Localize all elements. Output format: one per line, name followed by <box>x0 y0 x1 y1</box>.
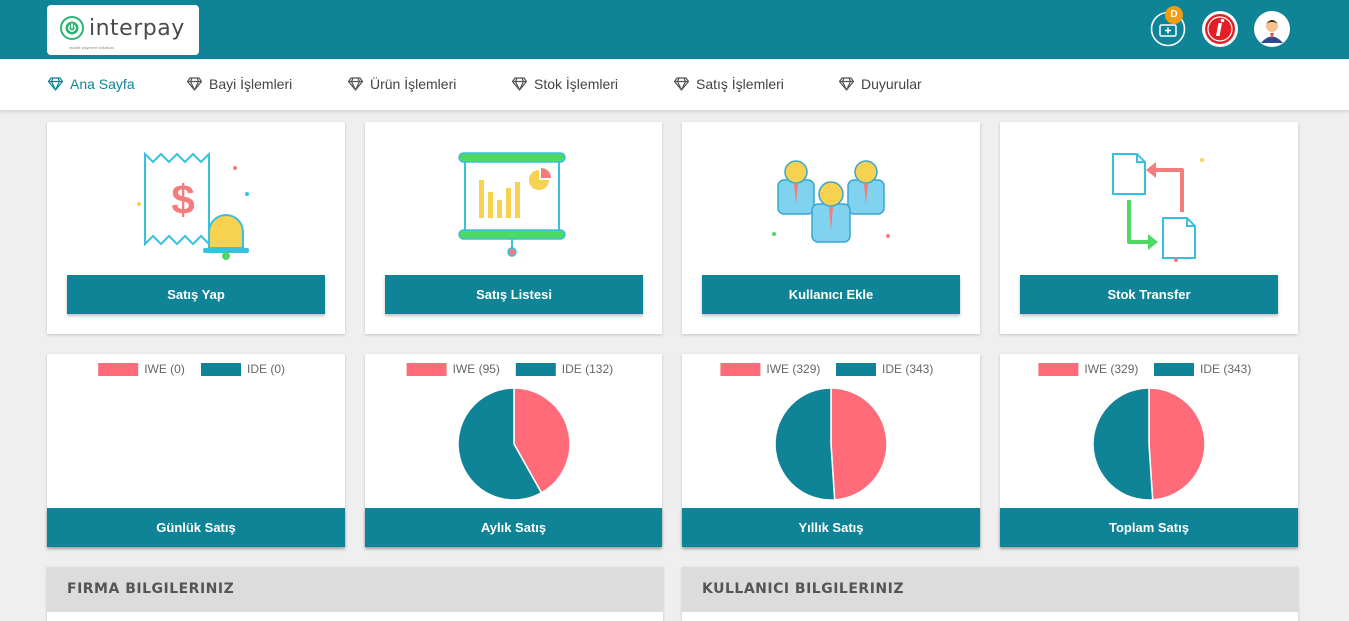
stok-transfer-button[interactable]: Stok Transfer <box>1020 275 1278 314</box>
chart-title[interactable]: Yıllık Satış <box>682 508 980 547</box>
pie-chart: IWE (329) IDE (343) <box>720 362 933 501</box>
top-bar: interpay mobile payment solutions D <box>0 0 1349 59</box>
brand-tagline: mobile payment solutions <box>69 45 115 50</box>
legend-label-ide: IDE (343) <box>882 362 933 376</box>
legend-swatch-iwe[interactable] <box>98 363 139 376</box>
pie-chart: IWE (95) IDE (132) <box>406 362 613 501</box>
panel-title: KULLANICI BILGILERINIZ <box>702 581 904 597</box>
diamond-icon <box>674 77 689 91</box>
pie-chart: IWE (329) IDE (343) <box>1038 362 1251 501</box>
brand-logo[interactable]: interpay mobile payment solutions <box>47 5 199 55</box>
nav-label: Duyurular <box>861 76 922 92</box>
diamond-icon <box>839 77 854 91</box>
legend-label-ide: IDE (0) <box>247 362 285 376</box>
diamond-icon <box>187 77 202 91</box>
diamond-icon <box>512 77 527 91</box>
card-illustration <box>682 122 980 274</box>
kullanici-bilgileri-panel: KULLANICI BILGILERINIZ <box>682 567 1298 621</box>
card-illustration <box>365 122 662 274</box>
svg-text:$: $ <box>171 176 194 223</box>
action-card-kullanici-ekle: Kullanıcı Ekle <box>682 122 980 334</box>
nav-label: Ürün İşlemleri <box>370 76 457 92</box>
legend-label-iwe: IWE (0) <box>144 362 185 376</box>
action-card-satis-listesi: Satış Listesi <box>365 122 662 334</box>
pie-slice-ide[interactable] <box>774 387 836 501</box>
document-transfer-icon <box>1112 153 1204 262</box>
notification-badge: D <box>1165 6 1183 24</box>
pie-slice-iwe[interactable] <box>830 387 888 501</box>
chart-card-aylik: IWE (95) IDE (132) Aylık Satış <box>365 354 662 547</box>
satis-yap-button[interactable]: Satış Yap <box>67 275 325 314</box>
panel-header: FIRMA BILGILERINIZ <box>47 567 663 612</box>
users-group-icon <box>772 160 890 243</box>
legend-swatch-ide[interactable] <box>515 363 556 376</box>
nav-label: Ana Sayfa <box>70 76 135 92</box>
firma-bilgileri-panel: FIRMA BILGILERINIZ <box>47 567 663 621</box>
legend-swatch-ide[interactable] <box>836 363 876 376</box>
legend-label-iwe: IWE (329) <box>766 362 820 376</box>
legend-swatch-iwe[interactable] <box>1038 363 1079 376</box>
pie-chart: IWE (0) IDE (0) <box>98 362 285 376</box>
nav-label: Bayi İşlemleri <box>209 76 293 92</box>
chart-card-gunluk: IWE (0) IDE (0) Günlük Satış <box>47 354 345 547</box>
info-logo-button[interactable] <box>1202 11 1238 47</box>
action-card-stok-transfer: Stok Transfer <box>1000 122 1298 334</box>
nav-label: Satış İşlemleri <box>696 76 784 92</box>
legend-swatch-ide[interactable] <box>1154 363 1194 376</box>
legend-swatch-ide[interactable] <box>201 363 241 376</box>
main-nav: Ana Sayfa Bayi İşlemleri Ürün İşlemleri … <box>0 59 1349 111</box>
brand-name: interpay <box>89 16 185 41</box>
chart-title[interactable]: Toplam Satış <box>1000 508 1298 547</box>
kullanici-ekle-button[interactable]: Kullanıcı Ekle <box>702 275 960 314</box>
pie-slice-ide[interactable] <box>1092 387 1154 501</box>
legend-label-iwe: IWE (95) <box>453 362 500 376</box>
action-card-satis-yap: $ Satış Yap <box>47 122 345 334</box>
legend-label-iwe: IWE (329) <box>1084 362 1138 376</box>
panel-title: FIRMA BILGILERINIZ <box>67 581 235 597</box>
pie-slice-iwe[interactable] <box>1148 387 1206 501</box>
legend-label-ide: IDE (343) <box>1200 362 1251 376</box>
user-avatar-icon <box>1255 12 1289 46</box>
nav-label: Stok İşlemleri <box>534 76 619 92</box>
legend-swatch-iwe[interactable] <box>406 363 447 376</box>
card-illustration: $ <box>47 122 345 274</box>
chart-title[interactable]: Aylık Satış <box>365 508 662 547</box>
legend-label-ide: IDE (132) <box>562 362 613 376</box>
chart-card-yillik: IWE (329) IDE (343) Yıllık Satış <box>682 354 980 547</box>
user-avatar-button[interactable] <box>1254 11 1290 47</box>
info-logo-icon <box>1205 14 1235 44</box>
chart-title[interactable]: Günlük Satış <box>47 508 345 547</box>
power-logo-icon <box>60 16 84 40</box>
presentation-chart-icon <box>457 152 566 257</box>
diamond-icon <box>48 77 63 91</box>
receipt-bell-icon: $ <box>137 151 249 260</box>
card-illustration <box>1000 122 1298 274</box>
panel-header: KULLANICI BILGILERINIZ <box>682 567 1298 612</box>
legend-swatch-iwe[interactable] <box>720 363 761 376</box>
diamond-icon <box>348 77 363 91</box>
satis-listesi-button[interactable]: Satış Listesi <box>385 275 643 314</box>
chart-card-toplam: IWE (329) IDE (343) Toplam Satış <box>1000 354 1298 547</box>
